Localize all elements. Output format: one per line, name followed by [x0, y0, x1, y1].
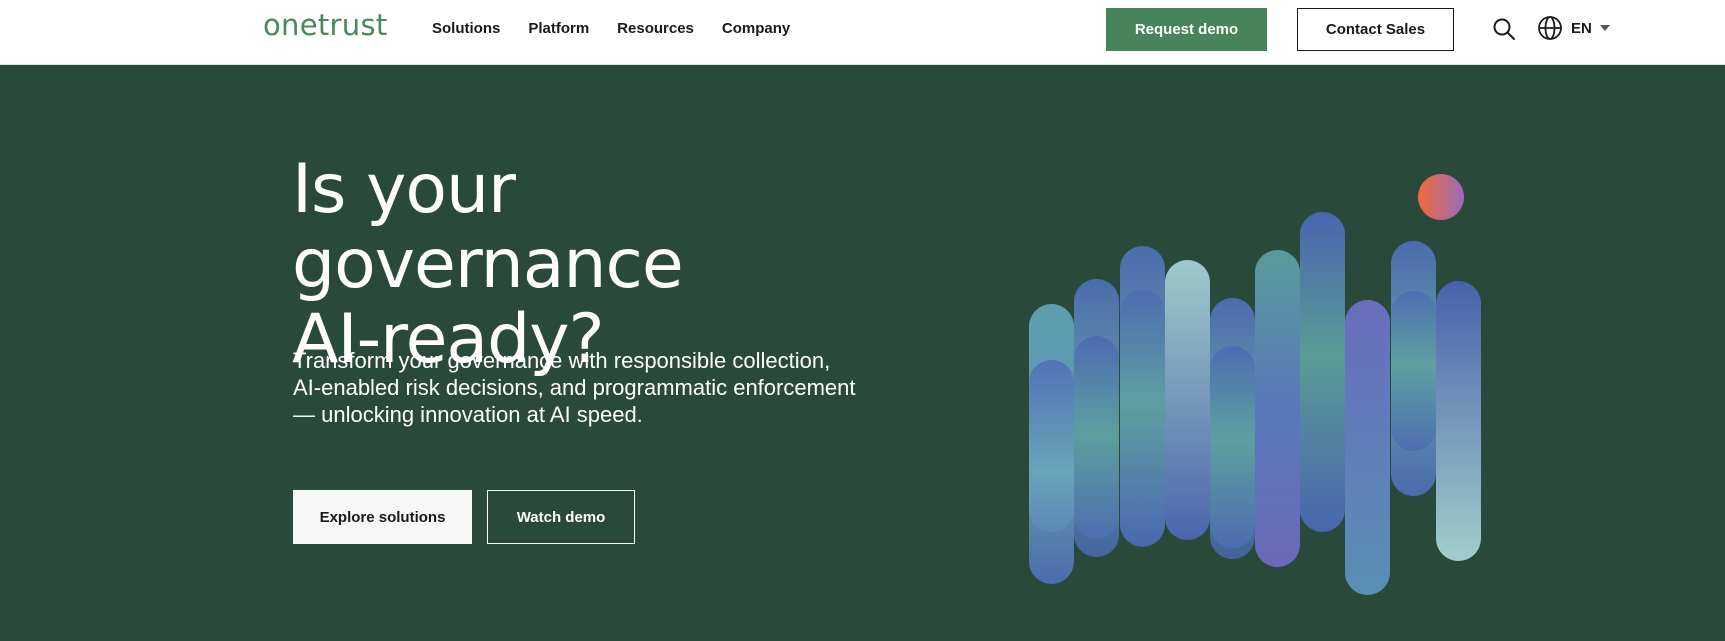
main-nav: Solutions Platform Resources Company — [432, 0, 790, 57]
caret-down-icon — [1599, 25, 1610, 31]
accent-dot — [1418, 174, 1464, 220]
explore-solutions-button[interactable]: Explore solutions — [293, 490, 472, 544]
nav-resources[interactable]: Resources — [617, 20, 694, 37]
hero-illustration — [1029, 174, 1481, 595]
language-selector[interactable]: EN — [1537, 15, 1610, 41]
hero-subtitle: Transform your governance with responsib… — [293, 348, 856, 427]
nav-company[interactable]: Company — [722, 20, 790, 37]
top-navbar: onetrust Solutions Platform Resources Co… — [0, 0, 1725, 65]
hero-section: Is your governance AI-ready? Transform y… — [0, 65, 1725, 641]
hero-title-line-1: Is your governance — [292, 150, 684, 304]
hero-title: Is your governance AI-ready? — [292, 152, 912, 377]
language-code: EN — [1571, 19, 1592, 37]
request-demo-button[interactable]: Request demo — [1106, 8, 1267, 51]
nav-platform[interactable]: Platform — [528, 20, 589, 37]
globe-icon — [1538, 16, 1562, 40]
nav-solutions[interactable]: Solutions — [432, 20, 500, 37]
onetrust-logo[interactable]: onetrust — [263, 8, 388, 42]
contact-sales-button[interactable]: Contact Sales — [1297, 8, 1454, 51]
search-icon[interactable] — [1492, 17, 1516, 41]
watch-demo-button[interactable]: Watch demo — [487, 490, 635, 544]
